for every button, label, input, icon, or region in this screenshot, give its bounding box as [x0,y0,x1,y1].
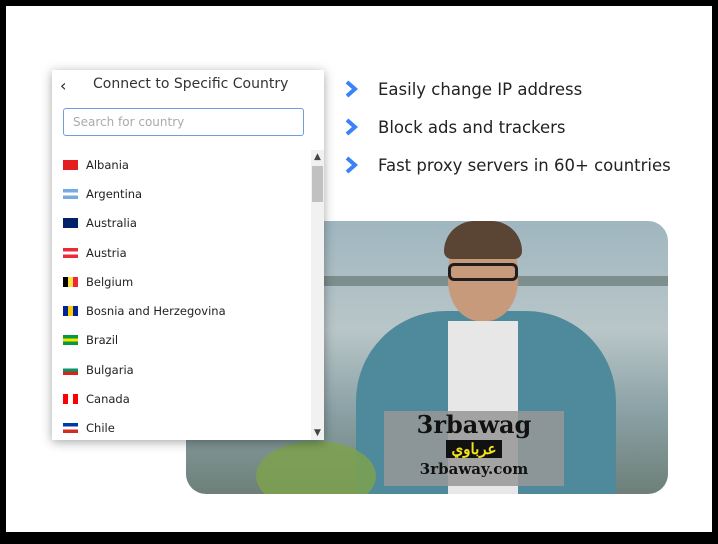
country-name: Bulgaria [86,362,134,377]
watermark-line1: 3rbawag [416,410,532,439]
watermark-logo: 3rbawag عرباوي 3rbaway.com [384,411,564,486]
country-item[interactable]: Austria [52,238,310,267]
back-icon[interactable]: ‹ [60,76,66,95]
scrollbar[interactable]: ▲ ▼ [311,150,324,440]
feature-item: Block ads and trackers [344,108,671,146]
country-item[interactable]: Bosnia and Herzegovina [52,296,310,325]
flag-icon [63,335,78,346]
country-name: Canada [86,392,130,407]
person-hair [444,221,522,259]
feature-item: Easily change IP address [344,70,671,108]
country-name: Bosnia and Herzegovina [86,304,226,319]
panel-header: ‹ Connect to Specific Country [52,70,324,100]
country-name: Albania [86,157,129,172]
feature-text: Easily change IP address [378,79,583,99]
country-item[interactable]: Canada [52,384,310,413]
country-list: Albania Argentina Australia Austria Belgium B… [52,150,310,440]
country-item[interactable]: Bulgaria [52,355,310,384]
feature-list: Easily change IP address Block ads and tr… [344,70,671,184]
feature-text: Fast proxy servers in 60+ countries [378,155,671,175]
chevron-right-icon [345,156,358,174]
chevron-right-icon [345,80,358,98]
flag-icon [63,364,78,375]
chevron-right-icon [345,118,358,136]
flag-icon [63,276,78,287]
feature-item: Fast proxy servers in 60+ countries [344,146,671,184]
country-item[interactable]: Argentina [52,179,310,208]
country-name: Brazil [86,333,119,348]
flag-icon [63,306,78,317]
country-item[interactable]: Belgium [52,267,310,296]
flag-icon [63,218,78,229]
flag-icon [63,188,78,199]
watermark-line2: عرباوي [445,440,503,458]
canvas: 3rbawag عرباوي 3rbaway.com Easily change… [6,6,712,532]
search-input[interactable] [63,108,304,136]
glasses [448,263,518,281]
country-name: Australia [86,216,137,231]
watermark-url: 3rbaway.com [419,460,529,478]
country-name: Argentina [86,186,143,201]
country-name: Chile [86,421,115,436]
country-item[interactable]: Albania [52,150,310,179]
flag-icon [63,247,78,258]
flag-icon [63,394,78,405]
country-item[interactable]: Australia [52,209,310,238]
country-panel: ‹ Connect to Specific Country Albania Arg… [52,70,324,440]
country-name: Belgium [86,274,134,289]
feature-text: Block ads and trackers [378,117,566,137]
country-name: Austria [86,245,127,260]
scroll-down-icon[interactable]: ▼ [311,428,324,438]
flag-icon [63,159,78,170]
country-item[interactable]: Chile [52,414,310,440]
flag-icon [63,423,78,434]
scrollbar-thumb[interactable] [312,166,323,202]
country-item[interactable]: Brazil [52,326,310,355]
panel-title: Connect to Specific Country [93,76,289,92]
scroll-up-icon[interactable]: ▲ [311,152,324,162]
